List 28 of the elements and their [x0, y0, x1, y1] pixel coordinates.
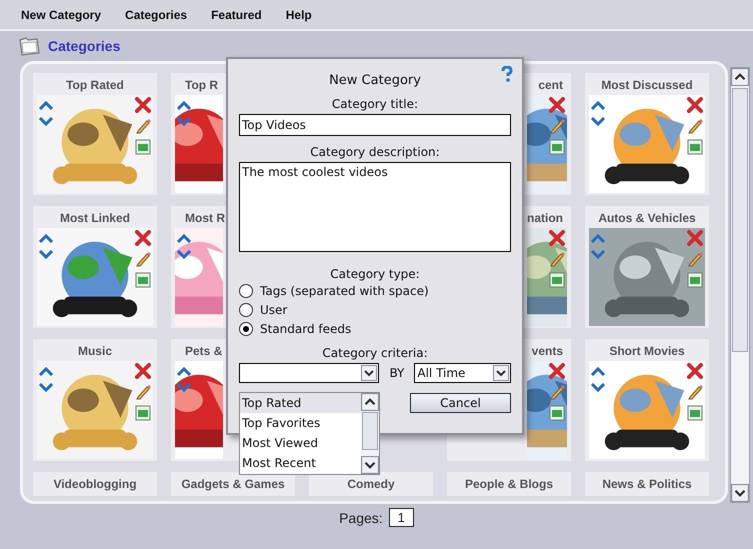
category-title: Music [78, 344, 112, 358]
field-label: Category description: [310, 145, 440, 159]
page-title: Categories [48, 38, 120, 54]
radio-label: Tags (separated with space) [260, 284, 429, 298]
field-label: Category criteria: [322, 346, 428, 360]
category-title: Comedy [347, 477, 395, 491]
category-title: Pets & [185, 344, 222, 358]
category-title: cent [538, 78, 563, 92]
category-title: Short Movies [609, 344, 685, 358]
category-title: Autos & Vehicles [598, 211, 696, 225]
category-title: Gadgets & Games [181, 477, 285, 491]
pages-label: Pages: [339, 510, 383, 526]
field-label: Category type: [330, 267, 420, 281]
category-title: nation [527, 211, 563, 225]
radio-label: User [260, 303, 288, 317]
radio-label: Standard feeds [260, 322, 352, 336]
category-title: Videoblogging [53, 477, 137, 491]
dialog-title: New Category [329, 73, 421, 88]
category-title: Most Linked [60, 211, 130, 225]
category-title: People & Blogs [464, 477, 553, 491]
category-title: News & Politics [602, 477, 692, 491]
category-title: Most R [185, 211, 225, 225]
category-title: Most Discussed [601, 78, 693, 92]
category-title: Top Rated [66, 78, 124, 92]
category-title: Top R [185, 78, 218, 92]
field-label: Category title: [332, 97, 418, 111]
by-label: BY [389, 366, 404, 380]
category-title: vents [532, 344, 563, 358]
